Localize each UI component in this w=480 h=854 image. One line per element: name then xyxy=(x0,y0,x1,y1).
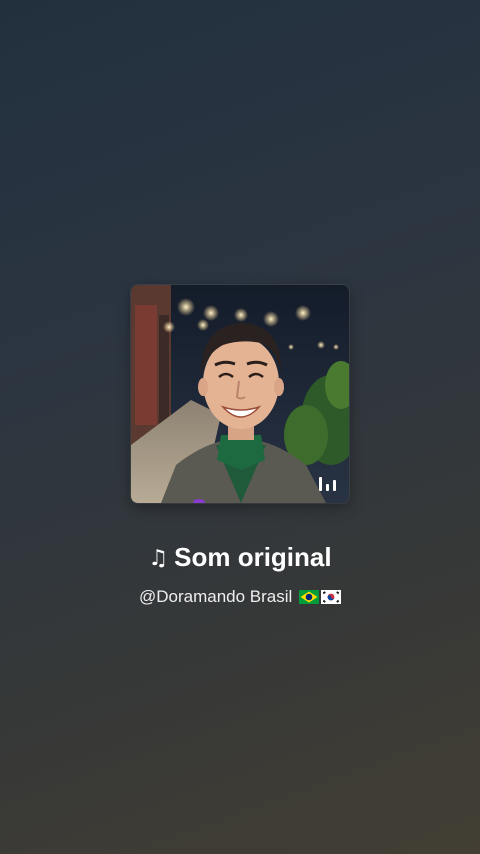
equalizer-icon xyxy=(319,475,337,491)
sound-title-text: Som original xyxy=(174,542,332,572)
progress-marker xyxy=(193,499,205,503)
album-cover[interactable] xyxy=(131,285,349,503)
brazil-flag-icon xyxy=(299,590,320,604)
south-korea-flag-icon xyxy=(321,590,342,604)
cover-photo xyxy=(131,285,349,503)
author-handle: @Doramando Brasil xyxy=(138,587,293,606)
music-note-icon: ♫ xyxy=(148,546,169,571)
sound-author[interactable]: @Doramando Brasil xyxy=(0,584,480,610)
sound-title[interactable]: ♫ Som original xyxy=(0,538,480,578)
